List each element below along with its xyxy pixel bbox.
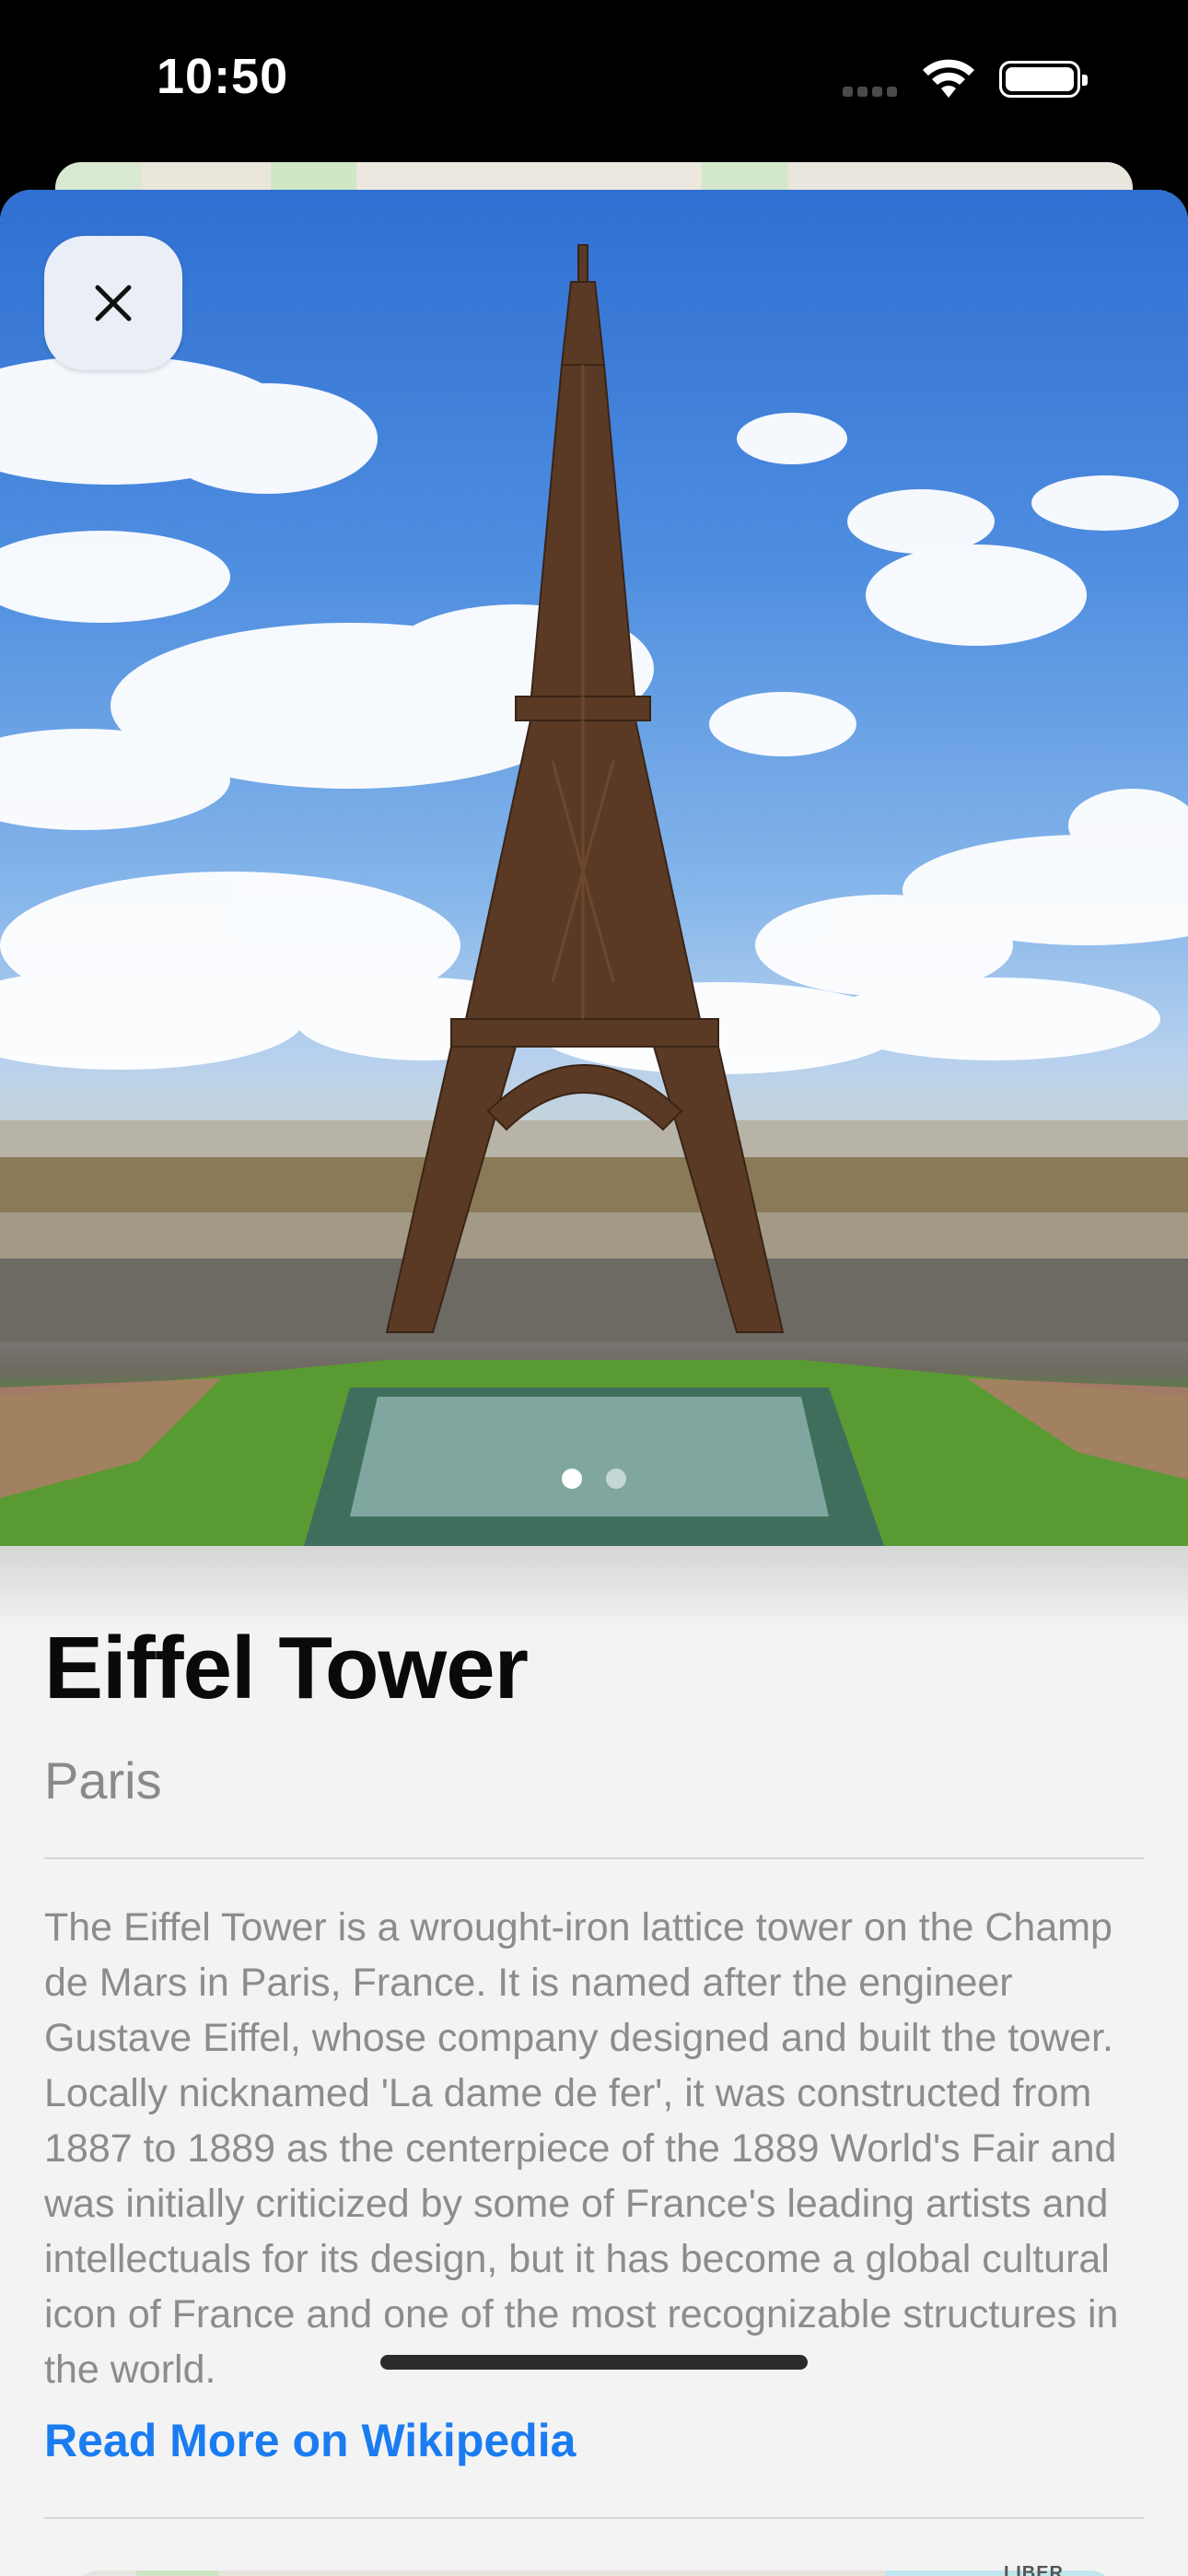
photo-shadow	[0, 1546, 1188, 1629]
page-dot-1[interactable]	[562, 1469, 582, 1489]
photo-gallery[interactable]	[0, 190, 1188, 1546]
map-preview[interactable]: LIBER	[0, 2558, 1188, 2576]
place-city: Paris	[44, 1751, 162, 1809]
divider	[44, 1857, 1144, 1859]
place-description: The Eiffel Tower is a wrought-iron latti…	[44, 1905, 1119, 2392]
divider	[44, 2517, 1144, 2519]
wikipedia-link[interactable]: Read More on Wikipedia	[44, 2414, 576, 2467]
map-strip	[74, 2570, 1114, 2576]
page-indicator[interactable]	[0, 1469, 1188, 1489]
status-time: 10:50	[157, 49, 289, 104]
eiffel-tower-photo	[0, 244, 1188, 1546]
wifi-icon	[921, 59, 976, 104]
place-detail-sheet: Eiffel Tower Paris The Eiffel Tower is a…	[0, 190, 1188, 2576]
close-button[interactable]	[44, 236, 182, 370]
close-icon	[95, 285, 132, 322]
place-title: Eiffel Tower	[44, 1619, 529, 1717]
home-indicator[interactable]	[380, 2355, 808, 2370]
page-dot-2[interactable]	[606, 1469, 626, 1489]
status-bar: 10:50	[0, 0, 1188, 166]
map-label: LIBER	[1004, 2563, 1064, 2576]
cellular-signal-icon	[843, 85, 902, 98]
battery-icon	[999, 61, 1088, 98]
